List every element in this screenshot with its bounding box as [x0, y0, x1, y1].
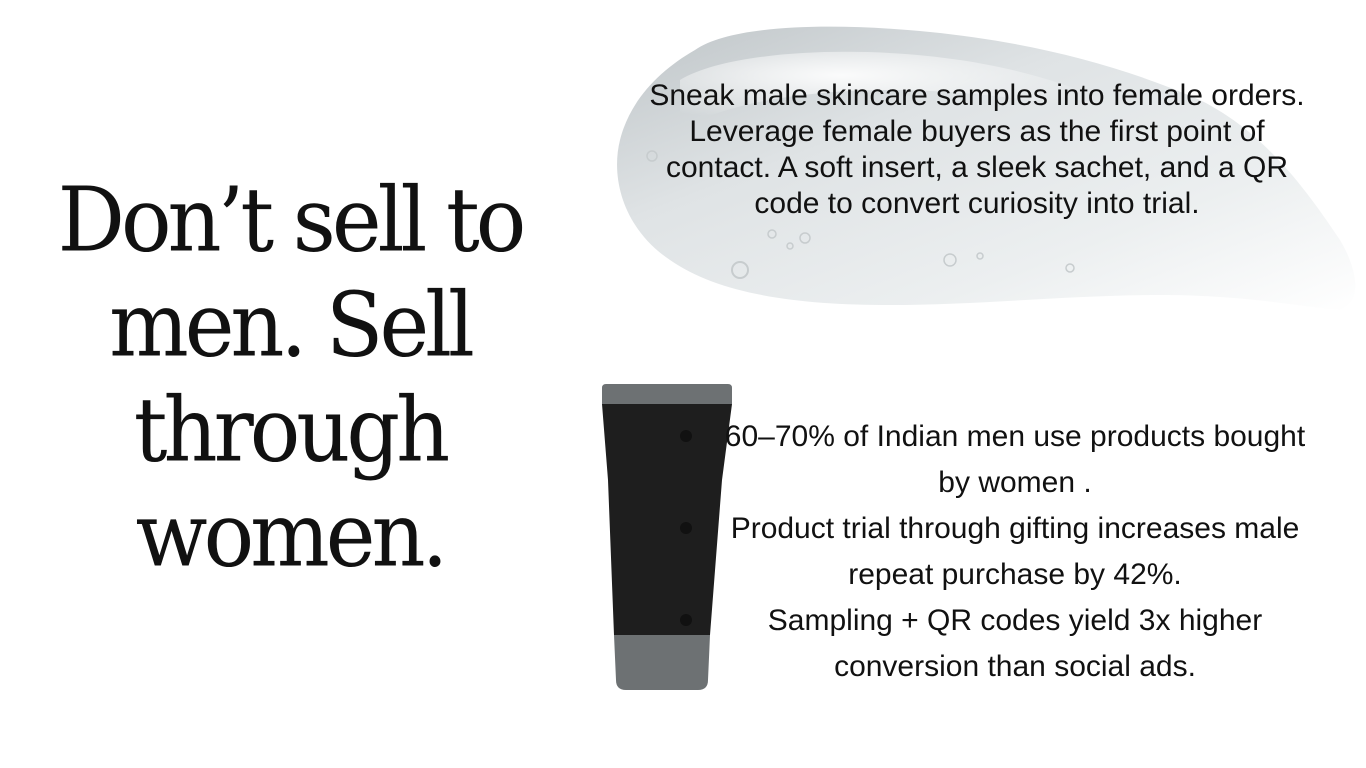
stats-item: Product trial through gifting increases …: [680, 506, 1320, 598]
bullet-icon: [680, 522, 692, 534]
tube-cap: [614, 635, 710, 690]
stats-item: Sampling + QR codes yield 3x higher conv…: [680, 598, 1320, 690]
bullet-icon: [680, 614, 692, 626]
stats-list: 60–70% of Indian men use products bought…: [680, 414, 1320, 690]
stats-item-text: 60–70% of Indian men use products bought…: [724, 420, 1306, 499]
headline: Don’t sell to men. Sell through women.: [57, 168, 527, 587]
stats-item: 60–70% of Indian men use products bought…: [680, 414, 1320, 506]
bullet-icon: [680, 430, 692, 442]
tube-crimp: [602, 384, 732, 404]
gel-description: Sneak male skincare samples into female …: [649, 79, 1305, 220]
stats-item-text: Product trial through gifting increases …: [730, 512, 1300, 591]
stats-item-text: Sampling + QR codes yield 3x higher conv…: [767, 604, 1263, 683]
